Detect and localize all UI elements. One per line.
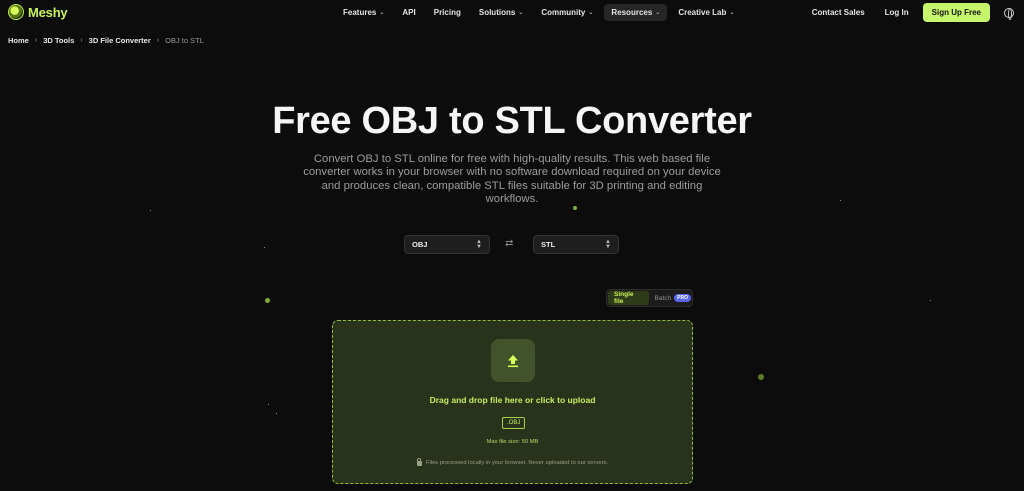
meshy-logo-icon bbox=[8, 4, 24, 20]
chevron-down-icon: ⌄ bbox=[379, 10, 385, 16]
page: Meshy Features ⌄ API Pricing Solutions ⌄… bbox=[0, 0, 1024, 491]
upload-arrow-icon bbox=[508, 354, 518, 367]
nav-item-label: Resources bbox=[611, 8, 653, 17]
to-format-value: STL bbox=[541, 240, 556, 249]
from-format-value: OBJ bbox=[412, 240, 428, 249]
chevron-right-icon: › bbox=[80, 37, 83, 44]
breadcrumb-home[interactable]: Home bbox=[8, 36, 29, 45]
nav-item-api[interactable]: API bbox=[395, 4, 422, 21]
nav-links: Features ⌄ API Pricing Solutions ⌄ Commu… bbox=[336, 4, 741, 21]
pro-badge: PRO bbox=[674, 294, 691, 302]
chevron-down-icon: ⌄ bbox=[729, 10, 735, 16]
breadcrumb-current: OBJ to STL bbox=[165, 36, 204, 45]
logo-text: Meshy bbox=[28, 4, 68, 20]
nav-item-label: Features bbox=[343, 8, 377, 17]
nav-item-features[interactable]: Features ⌄ bbox=[336, 4, 391, 21]
background-dot bbox=[268, 404, 269, 405]
to-format-select[interactable]: STL ▲ ▼ bbox=[533, 235, 619, 254]
breadcrumb-3d-tools[interactable]: 3D Tools bbox=[43, 36, 74, 45]
page-title: Free OBJ to STL Converter bbox=[272, 100, 752, 142]
mode-single-file[interactable]: Single file bbox=[608, 291, 649, 305]
nav-item-label: Creative Lab bbox=[678, 8, 727, 17]
nav-item-label: Solutions bbox=[478, 8, 516, 17]
nav-item-label: API bbox=[402, 8, 416, 17]
nav-item-resources[interactable]: Resources ⌄ bbox=[604, 4, 668, 21]
nav-actions: Contact Sales Log In Sign Up Free bbox=[806, 3, 1014, 22]
nav-item-label: Community bbox=[541, 8, 586, 17]
accepted-extension-badge: .OBJ bbox=[502, 417, 526, 429]
login-link[interactable]: Log In bbox=[879, 5, 915, 20]
background-dot bbox=[150, 210, 151, 211]
swap-arrows-icon[interactable]: ⇄ bbox=[505, 238, 513, 249]
lock-icon bbox=[416, 458, 422, 466]
background-speck bbox=[758, 374, 764, 380]
chevron-updown-icon: ▲ ▼ bbox=[476, 238, 482, 250]
background-dot bbox=[276, 413, 277, 414]
chevron-right-icon: › bbox=[34, 37, 38, 44]
privacy-note-text: Files processed locally in your browser.… bbox=[425, 459, 609, 466]
chevron-right-icon: › bbox=[156, 37, 160, 44]
signup-button[interactable]: Sign Up Free bbox=[922, 3, 990, 22]
background-dot bbox=[840, 200, 841, 201]
background-speck bbox=[265, 298, 270, 303]
nav-item-pricing[interactable]: Pricing bbox=[427, 4, 468, 21]
breadcrumb-file-converter[interactable]: 3D File Converter bbox=[89, 36, 151, 45]
logo[interactable]: Meshy bbox=[8, 4, 68, 20]
chevron-down-icon: ⌄ bbox=[518, 10, 524, 16]
mode-batch-label: Batch bbox=[654, 294, 672, 302]
nav-item-label: Pricing bbox=[433, 8, 461, 17]
background-dot bbox=[264, 247, 265, 248]
page-description: Convert OBJ to STL online for free with … bbox=[303, 153, 721, 206]
globe-icon[interactable] bbox=[1004, 7, 1014, 20]
upload-mode-toggle: Single file Batch PRO bbox=[606, 289, 693, 307]
top-navbar: Meshy Features ⌄ API Pricing Solutions ⌄… bbox=[0, 0, 1024, 26]
nav-item-solutions[interactable]: Solutions ⌄ bbox=[472, 4, 530, 21]
chevron-updown-icon: ▲ ▼ bbox=[605, 238, 611, 250]
mode-batch[interactable]: Batch PRO bbox=[655, 294, 691, 302]
contact-sales-link[interactable]: Contact Sales bbox=[806, 5, 871, 20]
breadcrumb: Home › 3D Tools › 3D File Converter › OB… bbox=[8, 36, 204, 45]
max-file-size: Max file size: 50 MB bbox=[486, 439, 539, 445]
upload-button[interactable] bbox=[491, 339, 535, 382]
chevron-down-icon: ⌄ bbox=[588, 10, 594, 16]
nav-item-community[interactable]: Community ⌄ bbox=[534, 4, 600, 21]
background-dot bbox=[930, 300, 931, 301]
from-format-select[interactable]: OBJ ▲ ▼ bbox=[404, 235, 490, 254]
file-dropzone[interactable]: Drag and drop file here or click to uplo… bbox=[332, 320, 693, 484]
nav-item-creative-lab[interactable]: Creative Lab ⌄ bbox=[671, 4, 741, 21]
privacy-note: Files processed locally in your browser.… bbox=[333, 458, 692, 466]
chevron-down-icon: ⌄ bbox=[655, 10, 661, 16]
dropzone-instruction: Drag and drop file here or click to uplo… bbox=[429, 395, 596, 405]
